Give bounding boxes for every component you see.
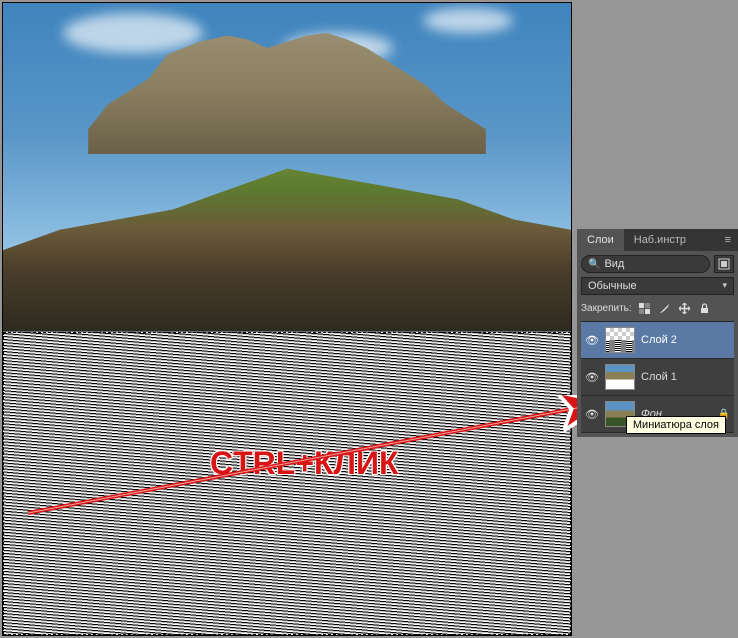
document-canvas[interactable] — [2, 2, 572, 636]
sky-area — [3, 3, 571, 332]
layer-name[interactable]: Слой 2 — [641, 334, 677, 346]
layer-name[interactable]: Слой 1 — [641, 371, 677, 383]
blend-mode-value: Обычные — [588, 280, 637, 292]
layer-search-input[interactable]: 🔍 Вид — [581, 255, 710, 273]
visibility-eye-icon[interactable]: 👁 — [585, 371, 599, 384]
layer-thumbnail[interactable] — [605, 327, 635, 353]
layers-panel: Слои Наб.инстр ≡ 🔍 Вид Обычные Закрепить… — [577, 229, 738, 437]
lock-brush-icon[interactable] — [658, 301, 672, 315]
layer-thumbnail[interactable] — [605, 364, 635, 390]
water-noise-area — [3, 332, 571, 635]
filter-toggle-button[interactable] — [714, 255, 734, 273]
thumbnail-tooltip: Миниатюра слоя — [626, 416, 726, 434]
layer-row[interactable]: 👁 Слой 1 — [581, 359, 734, 396]
layer-row[interactable]: 👁 Слой 2 — [581, 322, 734, 359]
visibility-eye-icon[interactable]: 👁 — [585, 408, 599, 421]
panel-tabs: Слои Наб.инстр ≡ — [577, 229, 738, 251]
tab-presets[interactable]: Наб.инстр — [624, 229, 696, 251]
lock-all-icon[interactable] — [698, 301, 712, 315]
lock-label: Закрепить: — [581, 303, 632, 314]
panel-menu-icon[interactable]: ≡ — [718, 229, 738, 251]
cloud — [423, 8, 513, 33]
search-icon: 🔍 — [588, 259, 600, 270]
tab-layers[interactable]: Слои — [577, 229, 624, 251]
lock-pixels-icon[interactable] — [638, 301, 652, 315]
visibility-eye-icon[interactable]: 👁 — [585, 334, 599, 347]
lock-row: Закрепить: — [581, 301, 734, 315]
search-mode-label: Вид — [604, 258, 703, 270]
cloud — [63, 13, 203, 53]
lock-position-icon[interactable] — [678, 301, 692, 315]
hill-shape — [3, 128, 571, 332]
panel-body: 🔍 Вид Обычные Закрепить: — [577, 251, 738, 437]
blend-mode-select[interactable]: Обычные — [581, 277, 734, 295]
